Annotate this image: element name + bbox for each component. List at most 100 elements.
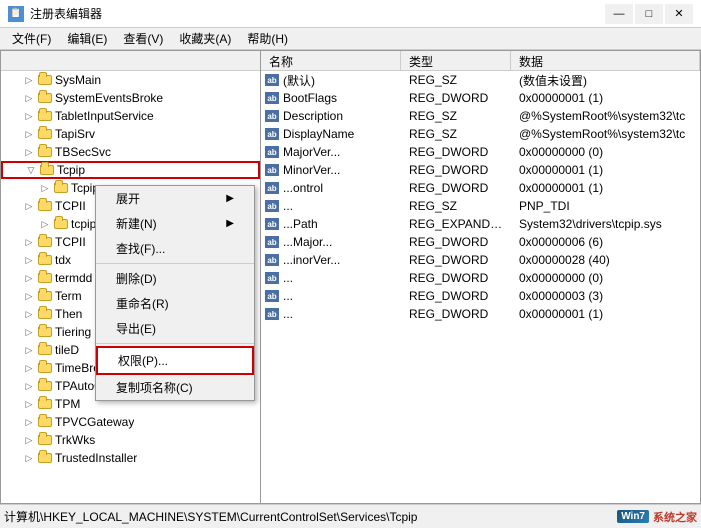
- value-type-cell: REG_SZ: [401, 126, 511, 142]
- value-type-cell: REG_DWORD: [401, 90, 511, 106]
- ctx-item-find[interactable]: 查找(F)...: [96, 236, 254, 261]
- tree-label-tcpii2: TCPII: [55, 235, 86, 249]
- table-row[interactable]: ab...ontrolREG_DWORD0x00000001 (1): [261, 179, 700, 197]
- maximize-button[interactable]: □: [635, 4, 663, 24]
- tree-item-sysmain[interactable]: ▷ SysMain: [1, 71, 260, 89]
- folder-icon-timebrokersvc: [37, 361, 53, 375]
- value-name-cell: abDisplayName: [261, 126, 401, 142]
- folder-icon-tcpip-sub: [53, 181, 69, 195]
- value-name-label: ...: [283, 307, 293, 321]
- values-header: 名称 类型 数据: [261, 51, 700, 71]
- ctx-item-expand[interactable]: 展开▶: [96, 186, 254, 211]
- tree-item-tcpip[interactable]: ▽ Tcpip: [1, 161, 260, 179]
- status-path: 计算机\HKEY_LOCAL_MACHINE\SYSTEM\CurrentCon…: [4, 508, 617, 525]
- value-name-cell: ab...ontrol: [261, 180, 401, 196]
- expand-icon-tpvcgateway: ▷: [21, 417, 37, 428]
- ctx-item-new[interactable]: 新建(N)▶: [96, 211, 254, 236]
- value-name-cell: ab...: [261, 270, 401, 286]
- folder-icon-tcpii2: [37, 235, 53, 249]
- tree-item-systemeventsbroke[interactable]: ▷ SystemEventsBroke: [1, 89, 260, 107]
- tree-label-tabletinputservice: TabletInputService: [55, 109, 154, 123]
- tree-item-trkwks[interactable]: ▷ TrkWks: [1, 431, 260, 449]
- expand-icon-tcpip-sub: ▷: [37, 183, 53, 194]
- value-name-label: ...inorVer...: [283, 253, 340, 267]
- value-type-icon: ab: [265, 182, 279, 194]
- tree-label-tcpip3: tcpip: [71, 217, 96, 231]
- folder-icon-term: [37, 289, 53, 303]
- table-row[interactable]: ab...Major...REG_DWORD0x00000006 (6): [261, 233, 700, 251]
- value-name-cell: abBootFlags: [261, 90, 401, 106]
- ctx-item-permissions[interactable]: 权限(P)...: [96, 346, 254, 375]
- menu-view[interactable]: 查看(V): [115, 28, 171, 49]
- ctx-item-copy[interactable]: 复制项名称(C): [96, 375, 254, 400]
- expand-icon-sysmain: ▷: [21, 75, 37, 86]
- tree-item-tabletinputservice[interactable]: ▷ TabletInputService: [1, 107, 260, 125]
- menu-help[interactable]: 帮助(H): [239, 28, 296, 49]
- value-type-icon: ab: [265, 218, 279, 230]
- value-type-cell: REG_DWORD: [401, 288, 511, 304]
- folder-icon-tpvcgateway: [37, 415, 53, 429]
- value-type-cell: REG_SZ: [401, 198, 511, 214]
- ctx-item-rename[interactable]: 重命名(R): [96, 291, 254, 316]
- table-row[interactable]: ab...REG_SZPNP_TDI: [261, 197, 700, 215]
- table-row[interactable]: ab...REG_DWORD0x00000001 (1): [261, 305, 700, 323]
- folder-icon-tiering: [37, 325, 53, 339]
- context-menu[interactable]: 展开▶新建(N)▶查找(F)... 删除(D)重命名(R)导出(E) 权限(P)..…: [95, 185, 255, 401]
- value-name-label: ...Path: [283, 217, 318, 231]
- folder-icon-then: [37, 307, 53, 321]
- tree-item-trustedinstaller[interactable]: ▷ TrustedInstaller: [1, 449, 260, 467]
- value-data-cell: 0x00000001 (1): [511, 162, 700, 178]
- value-name-label: ...Major...: [283, 235, 332, 249]
- table-row[interactable]: abDescriptionREG_SZ@%SystemRoot%\system3…: [261, 107, 700, 125]
- value-name-label: (默认): [283, 72, 315, 89]
- value-data-cell: 0x00000000 (0): [511, 270, 700, 286]
- folder-icon-tcpii: [37, 199, 53, 213]
- table-row[interactable]: ab...PathREG_EXPAND_SZSystem32\drivers\t…: [261, 215, 700, 233]
- value-name-cell: abDescription: [261, 108, 401, 124]
- value-name-label: ...: [283, 289, 293, 303]
- app-icon: 📋: [8, 6, 24, 22]
- close-button[interactable]: ✕: [665, 4, 693, 24]
- table-row[interactable]: abMinorVer...REG_DWORD0x00000001 (1): [261, 161, 700, 179]
- table-row[interactable]: abMajorVer...REG_DWORD0x00000000 (0): [261, 143, 700, 161]
- expand-icon-trustedinstaller: ▷: [21, 453, 37, 464]
- value-name-cell: abMajorVer...: [261, 144, 401, 160]
- tree-item-tapisrv[interactable]: ▷ TapiSrv: [1, 125, 260, 143]
- value-name-cell: ab ...Path: [261, 216, 401, 232]
- tree-label-systemeventsbroke: SystemEventsBroke: [55, 91, 163, 105]
- value-data-cell: System32\drivers\tcpip.sys: [511, 216, 700, 232]
- value-name-label: DisplayName: [283, 127, 354, 141]
- table-row[interactable]: ab...REG_DWORD0x00000000 (0): [261, 269, 700, 287]
- value-type-icon: ab: [265, 74, 279, 86]
- tree-label-then: Then: [55, 307, 82, 321]
- table-row[interactable]: ab...REG_DWORD0x00000003 (3): [261, 287, 700, 305]
- value-data-cell: @%SystemRoot%\system32\tc: [511, 126, 700, 142]
- tree-item-tpvcgateway[interactable]: ▷ TPVCGateway: [1, 413, 260, 431]
- tree-label-tpvcgateway: TPVCGateway: [55, 415, 134, 429]
- value-type-cell: REG_DWORD: [401, 180, 511, 196]
- menu-favorites[interactable]: 收藏夹(A): [171, 28, 239, 49]
- folder-icon-tautoconnsvc: [37, 379, 53, 393]
- menu-edit[interactable]: 编辑(E): [59, 28, 115, 49]
- value-name-label: ...: [283, 271, 293, 285]
- table-row[interactable]: ab...inorVer...REG_DWORD0x00000028 (40): [261, 251, 700, 269]
- folder-icon-termdd: [37, 271, 53, 285]
- table-row[interactable]: ab(默认)REG_SZ(数值未设置): [261, 71, 700, 89]
- folder-icon-trustedinstaller: [37, 451, 53, 465]
- ctx-item-delete[interactable]: 删除(D): [96, 266, 254, 291]
- menu-file[interactable]: 文件(F): [4, 28, 59, 49]
- table-row[interactable]: abDisplayNameREG_SZ@%SystemRoot%\system3…: [261, 125, 700, 143]
- value-data-cell: 0x00000000 (0): [511, 144, 700, 160]
- col-header-type: 类型: [401, 51, 511, 70]
- table-row[interactable]: abBootFlagsREG_DWORD0x00000001 (1): [261, 89, 700, 107]
- values-scroll[interactable]: ab(默认)REG_SZ(数值未设置)abBootFlagsREG_DWORD0…: [261, 71, 700, 503]
- value-type-icon: ab: [265, 272, 279, 284]
- tree-label-tapisrv: TapiSrv: [55, 127, 95, 141]
- minimize-button[interactable]: —: [605, 4, 633, 24]
- tree-item-tbsecsvc[interactable]: ▷ TBSecSvc: [1, 143, 260, 161]
- expand-icon-tapisrv: ▷: [21, 129, 37, 140]
- expand-icon-tcpip: ▽: [23, 165, 39, 176]
- ctx-item-export[interactable]: 导出(E): [96, 316, 254, 341]
- tree-label-tdx: tdx: [55, 253, 71, 267]
- ctx-item-label: 新建(N): [116, 215, 157, 232]
